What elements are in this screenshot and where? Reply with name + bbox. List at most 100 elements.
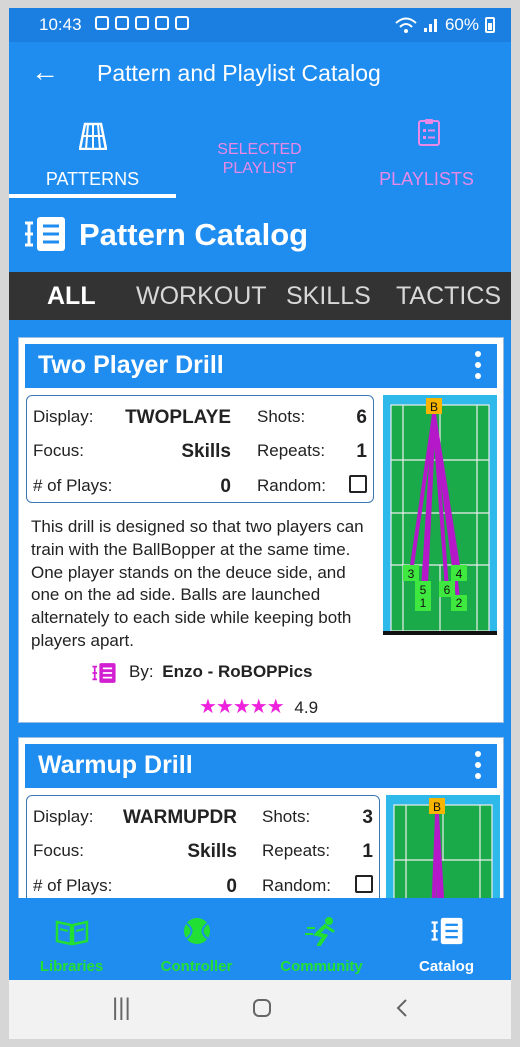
pattern-name: Warmup Drill: [38, 751, 193, 779]
display-value: WARMUPDR: [123, 807, 237, 828]
tab-selected-playlist[interactable]: SELECTED PLAYLIST: [176, 106, 343, 202]
shots-value: 3: [362, 807, 373, 828]
notification-icon: [95, 16, 109, 30]
recent-apps-icon[interactable]: |||: [112, 994, 131, 1022]
focus-value: Skills: [187, 841, 237, 862]
court-icon: [79, 122, 107, 150]
ball-icon: [184, 918, 210, 944]
book-icon: [55, 920, 89, 946]
court-diagram: B 3 5 1 6 4 2: [383, 395, 497, 635]
status-time: 10:43: [39, 15, 82, 34]
tab-patterns-label: PATTERNS: [45, 169, 140, 189]
mail-icon: [175, 16, 189, 30]
display-label: Display:: [33, 407, 94, 426]
tab-selected-playlist-label: SELECTED PLAYLIST: [176, 140, 343, 178]
nav-catalog-label: Catalog: [418, 958, 474, 975]
plays-value: 0: [226, 876, 237, 897]
random-label: Random:: [257, 476, 326, 495]
pattern-card[interactable]: Two Player Drill Display: TWOPLAYE Focus…: [18, 337, 504, 723]
random-label: Random:: [262, 876, 331, 895]
clipboard-icon: [418, 119, 440, 146]
catalog-header: Pattern Catalog: [9, 202, 511, 272]
random-checkbox[interactable]: [349, 475, 367, 493]
status-bar: 10:43 60%: [9, 8, 511, 42]
court-marker: 2: [456, 596, 463, 610]
active-tab-indicator: [9, 194, 176, 198]
wifi-icon: [395, 17, 417, 33]
battery-text: 60%: [444, 15, 479, 34]
author-name: Enzo - RoBOPPics: [162, 662, 313, 681]
mail-icon: [155, 16, 169, 30]
home-icon[interactable]: [252, 998, 272, 1018]
more-options-icon[interactable]: [475, 351, 481, 384]
app-title: Pattern and Playlist Catalog: [97, 60, 381, 86]
rating: ★★★★★ 4.9: [199, 694, 318, 719]
author-line: By: Enzo - RoBOPPics: [129, 662, 312, 682]
bottom-navigation: Libraries Controller Community Catalog: [9, 898, 511, 980]
catalog-title: Pattern Catalog: [79, 217, 309, 252]
status-right: 60%: [395, 15, 495, 35]
signal-icon: [423, 19, 437, 32]
catalog-icon: [431, 917, 463, 945]
court-start-marker: B: [430, 400, 438, 414]
court-start-marker: B: [433, 800, 441, 814]
card-header: Two Player Drill: [25, 344, 497, 388]
court-marker: 6: [444, 583, 451, 597]
pattern-info-box: Display: TWOPLAYE Focus: Skills # of Pla…: [26, 395, 374, 503]
back-arrow-icon[interactable]: ←: [31, 56, 59, 88]
filter-skills[interactable]: SKILLS: [286, 282, 371, 311]
focus-value: Skills: [181, 441, 231, 462]
focus-label: Focus:: [33, 441, 85, 460]
filter-workout[interactable]: WORKOUT: [136, 282, 267, 311]
tab-selected-line1: SELECTED: [217, 141, 302, 158]
nav-controller[interactable]: Controller: [134, 898, 259, 980]
pattern-info-box: Display: WARMUPDR Focus: Skills # of Pla…: [26, 795, 380, 905]
nav-libraries[interactable]: Libraries: [9, 898, 134, 980]
tab-bar: PATTERNS SELECTED PLAYLIST PLAYLISTS: [9, 106, 511, 202]
repeats-label: Repeats:: [262, 841, 331, 860]
filter-tactics[interactable]: TACTICS: [396, 282, 501, 311]
nav-catalog[interactable]: Catalog: [384, 898, 509, 980]
shots-value: 6: [356, 407, 367, 428]
back-icon[interactable]: [395, 998, 409, 1018]
tab-selected-line2: PLAYLIST: [222, 160, 297, 177]
author-catalog-icon: [92, 663, 116, 683]
plays-label: # of Plays:: [33, 476, 113, 495]
plays-value: 0: [220, 476, 231, 497]
nav-community-label: Community: [280, 958, 363, 975]
system-navigation-bar: |||: [9, 980, 511, 1039]
nav-libraries-label: Libraries: [39, 958, 104, 975]
author-by-label: By:: [129, 662, 154, 681]
runner-icon: [305, 917, 335, 946]
tab-playlists-label: PLAYLISTS: [379, 169, 474, 189]
nav-controller-label: Controller: [160, 958, 233, 975]
display-label: Display:: [33, 807, 94, 826]
shots-label: Shots:: [257, 407, 306, 426]
court-marker: 4: [456, 567, 463, 581]
repeats-label: Repeats:: [257, 441, 326, 460]
random-checkbox[interactable]: [355, 875, 373, 893]
shots-label: Shots:: [262, 807, 311, 826]
instagram-icon: [115, 16, 129, 30]
instagram-icon: [135, 16, 149, 30]
court-marker: 3: [408, 567, 415, 581]
court-marker: 5: [420, 583, 427, 597]
plays-label: # of Plays:: [33, 876, 113, 895]
nav-community[interactable]: Community: [259, 898, 384, 980]
pattern-name: Two Player Drill: [38, 351, 224, 379]
battery-icon: [485, 17, 495, 33]
more-options-icon[interactable]: [475, 751, 481, 784]
notification-icons: [95, 16, 189, 30]
app-bar: ← Pattern and Playlist Catalog: [9, 42, 511, 106]
filter-all[interactable]: ALL: [47, 282, 96, 311]
phone-screen: 10:43 60% ← Pattern and Playlist Catalog: [9, 8, 511, 1039]
card-header: Warmup Drill: [25, 744, 497, 788]
tab-playlists[interactable]: PLAYLISTS: [343, 106, 510, 202]
display-value: TWOPLAYE: [125, 407, 231, 428]
repeats-value: 1: [362, 841, 373, 862]
filter-bar: ALL WORKOUT SKILLS TACTICS: [9, 272, 511, 320]
pattern-description: This drill is designed so that two playe…: [31, 517, 364, 650]
star-icon: ★★★★★: [199, 696, 285, 718]
catalog-icon: [25, 217, 65, 251]
tab-patterns[interactable]: PATTERNS: [9, 106, 176, 202]
